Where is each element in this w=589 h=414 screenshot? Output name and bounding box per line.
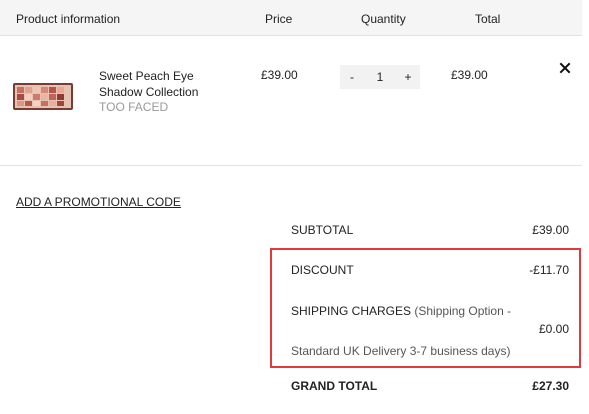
grand-total-value: £27.30 xyxy=(532,379,569,393)
header-product-information: Product information xyxy=(16,12,121,26)
item-price: £39.00 xyxy=(261,68,298,82)
eyeshadow-palette-image[interactable] xyxy=(12,80,74,112)
header-total: Total xyxy=(475,12,501,26)
header-price: Price xyxy=(265,12,293,26)
product-name-line-2: Shadow Collection xyxy=(99,85,199,99)
product-name[interactable]: Sweet Peach Eye Shadow Collection xyxy=(99,68,219,100)
cart-item-row: Sweet Peach Eye Shadow Collection TOO FA… xyxy=(0,36,582,166)
increase-quantity-button[interactable]: + xyxy=(396,65,420,89)
product-brand: TOO FACED xyxy=(99,100,169,114)
subtotal-value: £39.00 xyxy=(532,223,569,237)
cart-table-header: Product information Price Quantity Total xyxy=(0,0,582,36)
decrease-quantity-button[interactable]: - xyxy=(340,65,364,89)
quantity-stepper: - 1 + xyxy=(340,65,420,89)
quantity-value[interactable]: 1 xyxy=(364,65,396,89)
subtotal-label: SUBTOTAL xyxy=(291,223,354,237)
add-promotional-code-link[interactable]: ADD A PROMOTIONAL CODE xyxy=(16,195,181,209)
highlight-box xyxy=(270,248,581,368)
header-quantity: Quantity xyxy=(361,12,406,26)
product-name-line-1: Sweet Peach Eye xyxy=(99,69,194,83)
grand-total-label: GRAND TOTAL xyxy=(291,379,378,393)
close-icon[interactable] xyxy=(558,61,572,75)
item-total: £39.00 xyxy=(451,68,488,82)
